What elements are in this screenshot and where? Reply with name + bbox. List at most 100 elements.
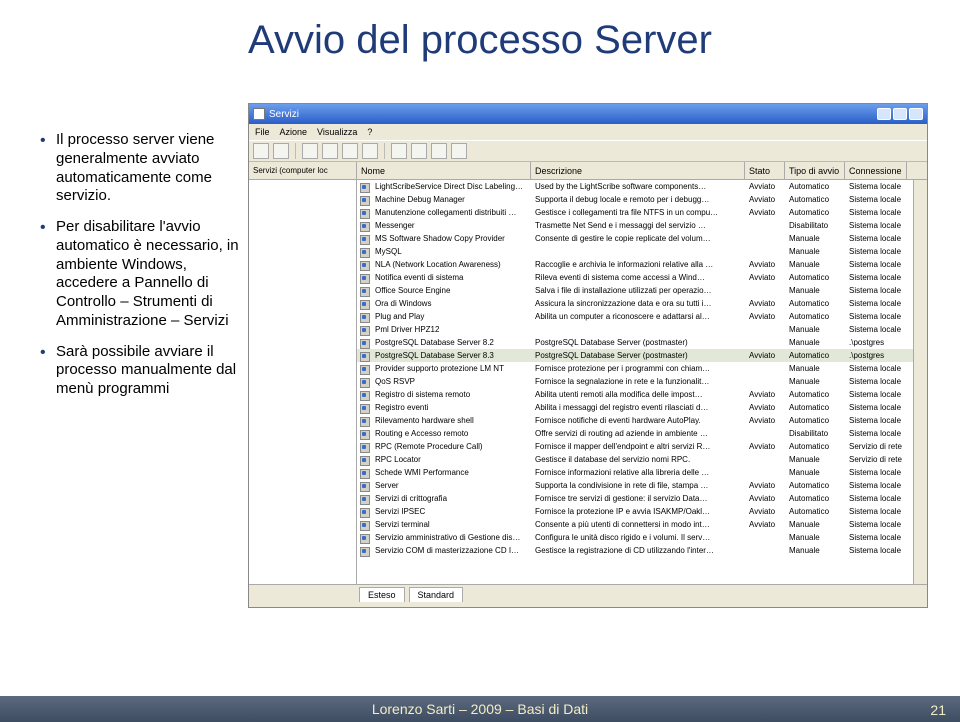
table-row[interactable]: Routing e Accesso remotoOffre servizi di… bbox=[357, 427, 913, 440]
table-row[interactable]: Registro di sistema remotoAbilita utenti… bbox=[357, 388, 913, 401]
table-row[interactable]: Servizi IPSECFornisce la protezione IP e… bbox=[357, 505, 913, 518]
table-row[interactable]: Rilevamento hardware shellFornisce notif… bbox=[357, 414, 913, 427]
table-row[interactable]: MS Software Shadow Copy ProviderConsente… bbox=[357, 232, 913, 245]
slide-title: Avvio del processo Server bbox=[0, 0, 960, 73]
cell-name: NLA (Network Location Awareness) bbox=[372, 260, 532, 269]
services-grid[interactable]: LightScribeService Direct Disc Labeling…… bbox=[357, 180, 913, 584]
cell-name: PostgreSQL Database Server 8.3 bbox=[372, 351, 532, 360]
play-icon[interactable] bbox=[391, 143, 407, 159]
table-row[interactable]: Schede WMI PerformanceFornisce informazi… bbox=[357, 466, 913, 479]
service-icon bbox=[359, 260, 369, 270]
menu-file[interactable]: File bbox=[255, 127, 270, 137]
export-icon[interactable] bbox=[342, 143, 358, 159]
cell-stato: Avviato bbox=[746, 403, 786, 412]
menu-visualizza[interactable]: Visualizza bbox=[317, 127, 357, 137]
table-row[interactable]: Servizio COM di masterizzazione CD I…Ges… bbox=[357, 544, 913, 557]
cell-name: Servizi IPSEC bbox=[372, 507, 532, 516]
cell-conn: Sistema locale bbox=[846, 533, 908, 542]
table-row[interactable]: Manutenzione collegamenti distribuiti …G… bbox=[357, 206, 913, 219]
cell-tipo: Disabilitato bbox=[786, 221, 846, 230]
table-row[interactable]: Servizi terminalConsente a più utenti di… bbox=[357, 518, 913, 531]
service-icon bbox=[359, 247, 369, 257]
service-icon bbox=[359, 481, 369, 491]
tab-esteso[interactable]: Esteso bbox=[359, 587, 405, 602]
menu-azione[interactable]: Azione bbox=[280, 127, 308, 137]
left-header: Servizi (computer loc bbox=[249, 162, 357, 179]
table-row[interactable]: PostgreSQL Database Server 8.2PostgreSQL… bbox=[357, 336, 913, 349]
table-row[interactable]: QoS RSVPFornisce la segnalazione in rete… bbox=[357, 375, 913, 388]
col-stato[interactable]: Stato bbox=[745, 162, 785, 179]
table-row[interactable]: RPC (Remote Procedure Call)Fornisce il m… bbox=[357, 440, 913, 453]
table-row[interactable]: NLA (Network Location Awareness)Raccogli… bbox=[357, 258, 913, 271]
cell-name: Servizi di crittografia bbox=[372, 494, 532, 503]
footer-text: Lorenzo Sarti – 2009 – Basi di Dati bbox=[372, 701, 588, 717]
bullet-item: Per disabilitare l'avvio automatico è ne… bbox=[40, 218, 240, 331]
maximize-icon[interactable] bbox=[893, 108, 907, 120]
pause-icon[interactable] bbox=[431, 143, 447, 159]
table-row[interactable]: MySQLManualeSistema locale bbox=[357, 245, 913, 258]
cell-stato: Avviato bbox=[746, 416, 786, 425]
cell-stato: Avviato bbox=[746, 182, 786, 191]
table-row[interactable]: Ora di WindowsAssicura la sincronizzazio… bbox=[357, 297, 913, 310]
back-icon[interactable] bbox=[253, 143, 269, 159]
table-row[interactable]: Servizio amministrativo di Gestione dis…… bbox=[357, 531, 913, 544]
bottom-tabs: Esteso Standard bbox=[249, 584, 927, 602]
service-icon bbox=[359, 182, 369, 192]
table-row[interactable]: ServerSupporta la condivisione in rete d… bbox=[357, 479, 913, 492]
cell-tipo: Automatico bbox=[786, 195, 846, 204]
table-row[interactable]: LightScribeService Direct Disc Labeling…… bbox=[357, 180, 913, 193]
cell-conn: Sistema locale bbox=[846, 182, 908, 191]
col-name[interactable]: Nome bbox=[357, 162, 531, 179]
cell-tipo: Manuale bbox=[786, 455, 846, 464]
refresh-icon[interactable] bbox=[302, 143, 318, 159]
app-icon bbox=[253, 108, 265, 120]
table-row[interactable]: MessengerTrasmette Net Send e i messaggi… bbox=[357, 219, 913, 232]
cell-name: LightScribeService Direct Disc Labeling… bbox=[372, 182, 532, 191]
col-tipo[interactable]: Tipo di avvio bbox=[785, 162, 845, 179]
forward-icon[interactable] bbox=[273, 143, 289, 159]
cell-conn: .\postgres bbox=[846, 351, 908, 360]
cell-desc: PostgreSQL Database Server (postmaster) bbox=[532, 351, 746, 360]
services-window: Servizi File Azione Visualizza ? bbox=[248, 103, 928, 608]
table-row[interactable]: Notifica eventi di sistemaRileva eventi … bbox=[357, 271, 913, 284]
close-icon[interactable] bbox=[909, 108, 923, 120]
table-row[interactable]: Office Source EngineSalva i file di inst… bbox=[357, 284, 913, 297]
cell-name: Registro di sistema remoto bbox=[372, 390, 532, 399]
cell-tipo: Automatico bbox=[786, 481, 846, 490]
cell-desc: Fornisce la protezione IP e avvia ISAKMP… bbox=[532, 507, 746, 516]
cell-conn: Sistema locale bbox=[846, 494, 908, 503]
table-row[interactable]: PostgreSQL Database Server 8.3PostgreSQL… bbox=[357, 349, 913, 362]
col-conn[interactable]: Connessione bbox=[845, 162, 907, 179]
service-icon bbox=[359, 520, 369, 530]
cell-conn: Sistema locale bbox=[846, 325, 908, 334]
service-icon bbox=[359, 195, 369, 205]
menu-help[interactable]: ? bbox=[367, 127, 372, 137]
cell-conn: Sistema locale bbox=[846, 429, 908, 438]
table-row[interactable]: Machine Debug ManagerSupporta il debug l… bbox=[357, 193, 913, 206]
help-icon[interactable] bbox=[362, 143, 378, 159]
table-row[interactable]: Provider supporto protezione LM NTFornis… bbox=[357, 362, 913, 375]
col-desc[interactable]: Descrizione bbox=[531, 162, 745, 179]
service-icon bbox=[359, 351, 369, 361]
tab-standard[interactable]: Standard bbox=[409, 587, 464, 602]
properties-icon[interactable] bbox=[322, 143, 338, 159]
service-icon bbox=[359, 299, 369, 309]
cell-conn: Sistema locale bbox=[846, 416, 908, 425]
cell-tipo: Manuale bbox=[786, 364, 846, 373]
cell-name: Notifica eventi di sistema bbox=[372, 273, 532, 282]
scrollbar[interactable] bbox=[913, 180, 927, 584]
service-icon bbox=[359, 221, 369, 231]
table-row[interactable]: Registro eventiAbilita i messaggi del re… bbox=[357, 401, 913, 414]
table-row[interactable]: RPC LocatorGestisce il database del serv… bbox=[357, 453, 913, 466]
minimize-icon[interactable] bbox=[877, 108, 891, 120]
stop-icon[interactable] bbox=[411, 143, 427, 159]
cell-name: Provider supporto protezione LM NT bbox=[372, 364, 532, 373]
cell-desc: Abilita i messaggi del registro eventi r… bbox=[532, 403, 746, 412]
restart-icon[interactable] bbox=[451, 143, 467, 159]
table-row[interactable]: Plug and PlayAbilita un computer a ricon… bbox=[357, 310, 913, 323]
table-row[interactable]: Pml Driver HPZ12ManualeSistema locale bbox=[357, 323, 913, 336]
table-row[interactable]: Servizi di crittografiaFornisce tre serv… bbox=[357, 492, 913, 505]
cell-tipo: Automatico bbox=[786, 299, 846, 308]
cell-desc: Used by the LightScribe software compone… bbox=[532, 182, 746, 191]
cell-conn: Sistema locale bbox=[846, 299, 908, 308]
